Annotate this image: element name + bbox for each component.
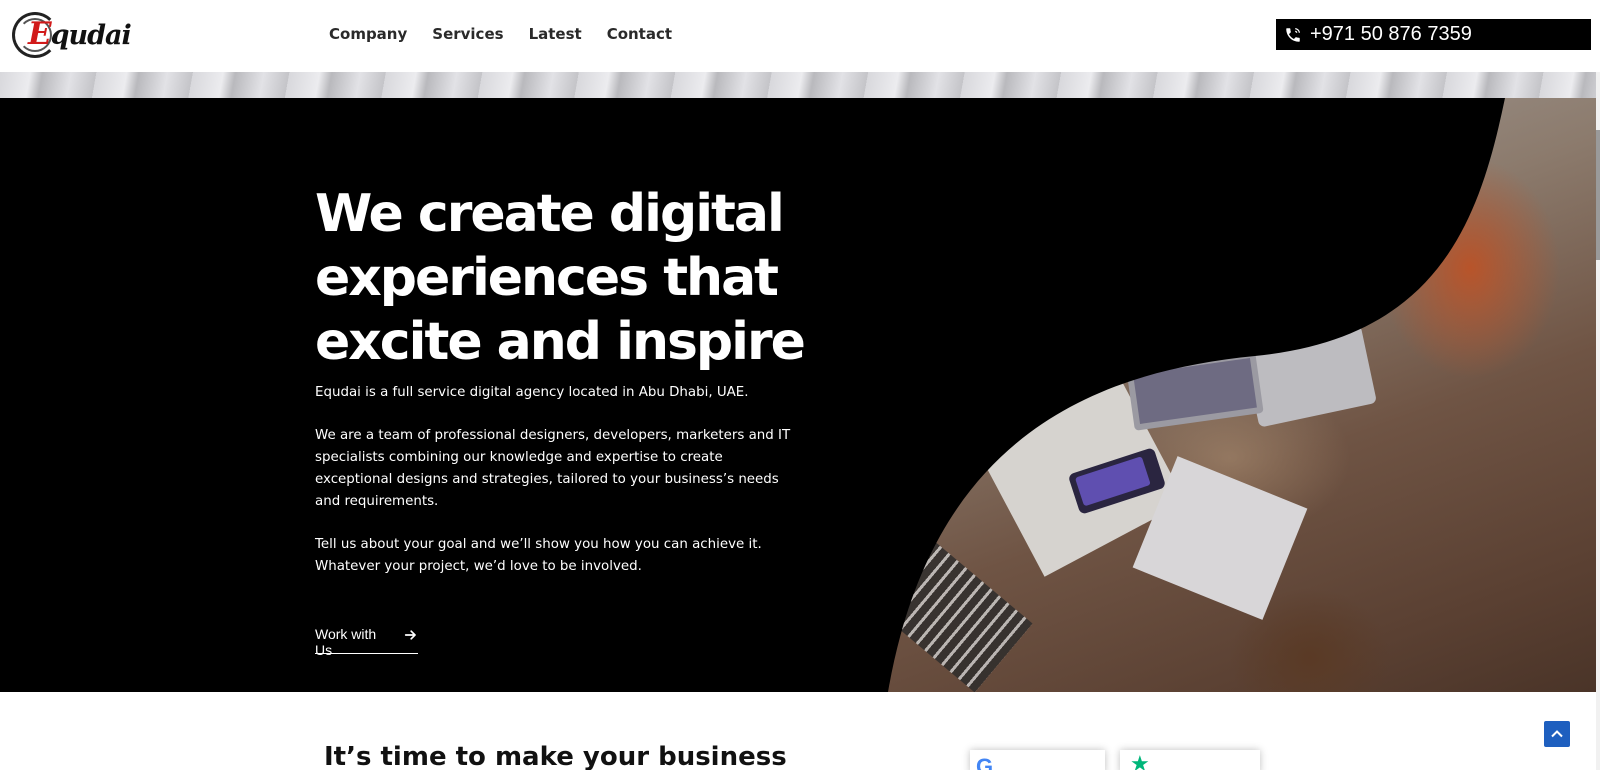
section-heading: It’s time to make your business — [324, 742, 787, 770]
nav-contact[interactable]: Contact — [607, 25, 672, 43]
hero-title-line-3: excite and inspire — [315, 312, 806, 372]
phone-icon — [1286, 27, 1300, 42]
nav-services[interactable]: Services — [432, 25, 503, 43]
main-nav: Company Services Latest Contact — [329, 25, 672, 43]
logo[interactable]: Equdai — [12, 10, 132, 58]
back-to-top-button[interactable] — [1544, 721, 1570, 747]
phone-number: +971 50 876 7359 — [1310, 23, 1472, 45]
nav-company[interactable]: Company — [329, 25, 407, 43]
header-background-strip — [0, 72, 1600, 98]
nav-latest[interactable]: Latest — [529, 25, 582, 43]
scrollbar-thumb[interactable] — [1596, 130, 1600, 260]
star-icon: ★ — [1130, 752, 1150, 770]
arrow-right-icon — [405, 630, 417, 640]
phone-button[interactable]: +971 50 876 7359 — [1276, 19, 1591, 50]
google-review-badge[interactable]: G — [970, 750, 1105, 770]
hero-paragraph-team: We are a team of professional designers,… — [315, 428, 791, 509]
logo-text: Equdai — [28, 16, 132, 52]
page-scrollbar[interactable] — [1596, 0, 1600, 770]
hero-paragraph-goal: Tell us about your goal and we’ll show y… — [315, 537, 762, 574]
logo-letter-rest: qudai — [50, 20, 132, 51]
hero-section: We create digital experiences that excit… — [0, 98, 1596, 692]
hero-title-line-2: experiences that — [315, 248, 779, 308]
hero-title: We create digital experiences that excit… — [315, 182, 835, 374]
hero-paragraph-location: Equdai is a full service digital agency … — [315, 385, 749, 400]
site-header: Equdai Company Services Latest Contact +… — [0, 0, 1600, 72]
work-with-us-label: Work with Us — [315, 626, 377, 658]
logo-letter-e: E — [28, 16, 52, 52]
trustpilot-review-badge[interactable]: ★ — [1120, 750, 1260, 770]
chevron-up-icon — [1551, 730, 1563, 738]
google-icon: G — [976, 754, 994, 770]
hero-title-line-1: We create digital — [315, 184, 785, 244]
work-with-us-button[interactable]: Work with Us — [315, 626, 418, 658]
